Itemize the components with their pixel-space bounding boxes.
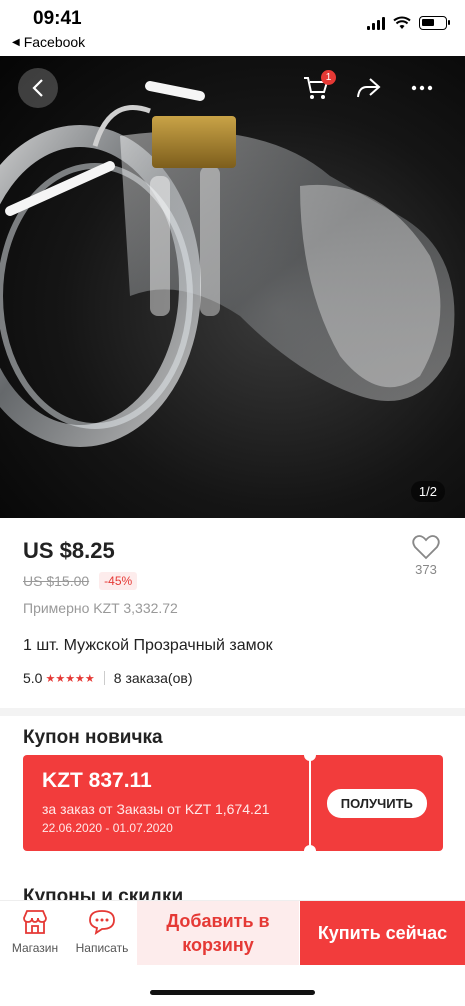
chat-tab[interactable]: Написать (69, 907, 135, 955)
more-icon (411, 85, 433, 91)
store-icon (23, 910, 47, 934)
store-tab[interactable]: Магазин (2, 907, 68, 955)
product-title: 1 шт. Мужской Прозрачный замок (23, 637, 273, 654)
section-divider (0, 708, 465, 716)
approx-price: Примерно KZT 3,332.72 (23, 600, 178, 616)
back-button[interactable] (18, 68, 58, 108)
cart-badge: 1 (321, 70, 336, 85)
old-price-row: US $15.00 -45% (23, 572, 138, 590)
product-image[interactable]: 1 1/2 (0, 56, 465, 518)
status-time: 09:41 (33, 8, 82, 29)
coupon-condition: за заказ от Заказы от KZT 1,674.21 (42, 801, 270, 817)
cart-button[interactable]: 1 (296, 68, 336, 108)
newcomer-coupon[interactable]: KZT 837.11 за заказ от Заказы от KZT 1,6… (23, 749, 443, 857)
back-to-app-link[interactable]: ◀ Facebook (12, 34, 85, 50)
chat-icon (89, 910, 115, 935)
image-counter: 1/2 (410, 481, 445, 502)
coupon-dates: 22.06.2020 - 01.07.2020 (42, 821, 173, 835)
coupon-action: ПОЛУЧИТЬ (303, 749, 443, 857)
rating-row[interactable]: 5.0 ★★★★★ 8 заказа(ов) (23, 670, 192, 686)
wifi-icon (393, 16, 411, 29)
chat-label: Написать (75, 941, 129, 955)
orders-count: 8 заказа(ов) (113, 670, 193, 686)
coupon-details: KZT 837.11 за заказ от Заказы от KZT 1,6… (23, 755, 309, 851)
product-photo (0, 81, 455, 447)
system-icons (367, 16, 450, 30)
rating-separator (103, 671, 105, 685)
old-price: US $15.00 (23, 573, 90, 589)
store-label: Магазин (11, 941, 59, 955)
chevron-left-icon (32, 79, 43, 97)
share-icon (357, 78, 381, 98)
wishlist-count: 373 (415, 562, 437, 577)
discount-badge: -45% (99, 572, 138, 590)
wishlist-button[interactable]: 373 (404, 534, 448, 577)
share-button[interactable] (348, 68, 388, 108)
home-indicator (150, 990, 315, 995)
heart-icon (412, 535, 440, 560)
status-bar: 09:41 ◀ Facebook (0, 0, 465, 56)
coupon-amount: KZT 837.11 (42, 769, 152, 792)
back-triangle-icon: ◀ (12, 36, 20, 48)
get-coupon-button[interactable]: ПОЛУЧИТЬ (326, 788, 427, 818)
more-button[interactable] (402, 68, 442, 108)
back-app-label: Facebook (23, 34, 86, 50)
rating-stars: ★★★★★ (45, 672, 95, 685)
signal-icon (367, 16, 385, 30)
rating-value: 5.0 (23, 670, 43, 686)
buy-now-button[interactable]: Купить сейчас (300, 901, 465, 965)
coupon-heading: Купон новичка (23, 727, 163, 748)
product-price: US $8.25 (23, 538, 115, 563)
add-to-cart-button[interactable]: Добавить в корзину (137, 901, 299, 965)
battery-icon (419, 16, 450, 30)
